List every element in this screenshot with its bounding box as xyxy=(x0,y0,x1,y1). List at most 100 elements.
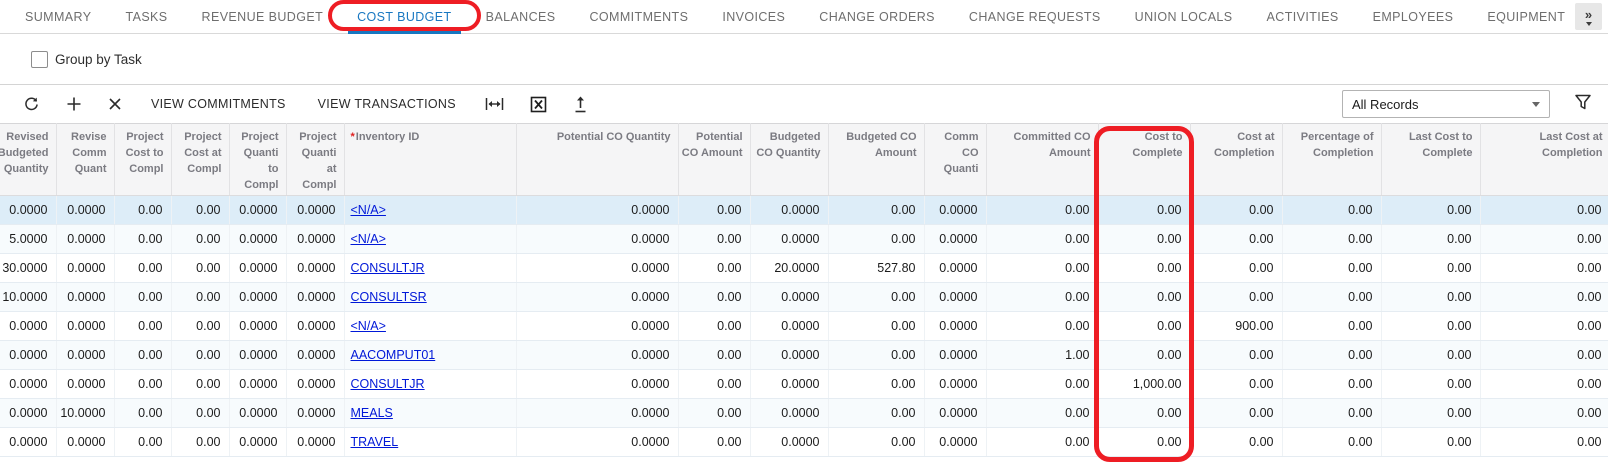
cell-project-quanti-to-compl: 0.0000 xyxy=(229,283,286,312)
tab-invoices[interactable]: INVOICES xyxy=(705,0,802,33)
table-row[interactable]: 0.00000.00000.000.000.00000.0000<N/A>0.0… xyxy=(0,312,1608,341)
cell-percentage-of-completion: 0.00 xyxy=(1282,283,1381,312)
cell-committed-co-amount: 0.00 xyxy=(986,225,1098,254)
col-cost-to-complete[interactable]: Cost to Complete xyxy=(1098,124,1190,196)
inventory-id-link[interactable]: <N/A> xyxy=(351,203,386,217)
cell-inventory-id: MEALS xyxy=(344,399,516,428)
tab-summary[interactable]: SUMMARY xyxy=(8,0,108,33)
cell-project-quanti-at-compl: 0.0000 xyxy=(286,196,344,225)
export-excel-button[interactable] xyxy=(517,85,560,123)
delete-row-button[interactable] xyxy=(95,85,135,123)
col-last-cost-at-completion[interactable]: Last Cost at Completion xyxy=(1480,124,1608,196)
inventory-id-link[interactable]: <N/A> xyxy=(351,232,386,246)
cell-revised-budgeted-quantity: 30.0000 xyxy=(0,254,56,283)
cell-cost-to-complete: 0.00 xyxy=(1098,225,1190,254)
inventory-id-link[interactable]: MEALS xyxy=(351,406,393,420)
tab-change-requests[interactable]: CHANGE REQUESTS xyxy=(952,0,1118,33)
tab-equipment[interactable]: EQUIPMENT xyxy=(1470,0,1582,33)
group-by-task-checkbox[interactable] xyxy=(31,51,48,68)
table-row[interactable]: 0.00000.00000.000.000.00000.0000<N/A>0.0… xyxy=(0,196,1608,225)
table-row[interactable]: 5.00000.00000.000.000.00000.0000<N/A>0.0… xyxy=(0,225,1608,254)
cell-project-quanti-at-compl: 0.0000 xyxy=(286,399,344,428)
tab-change-orders[interactable]: CHANGE ORDERS xyxy=(802,0,952,33)
cell-cost-at-completion: 0.00 xyxy=(1190,196,1282,225)
table-row[interactable]: 10.00000.00000.000.000.00000.0000CONSULT… xyxy=(0,283,1608,312)
cell-budgeted-co-amount: 0.00 xyxy=(828,283,924,312)
tab-activities[interactable]: ACTIVITIES xyxy=(1250,0,1356,33)
tab-revenue-budget[interactable]: REVENUE BUDGET xyxy=(185,0,341,33)
col-comm-co-quanti[interactable]: Comm CO Quanti xyxy=(924,124,986,196)
view-commitments-button[interactable]: VIEW COMMITMENTS xyxy=(135,85,302,123)
cell-budgeted-co-quantity: 20.0000 xyxy=(750,254,828,283)
col-budgeted-co-quantity[interactable]: Budgeted CO Quantity xyxy=(750,124,828,196)
tab-commitments[interactable]: COMMITMENTS xyxy=(573,0,706,33)
col-project-cost-at-compl[interactable]: Project Cost at Compl xyxy=(171,124,229,196)
add-row-button[interactable] xyxy=(53,85,95,123)
cell-budgeted-co-quantity: 0.0000 xyxy=(750,312,828,341)
col-project-quanti-to-compl[interactable]: Project Quanti to Compl xyxy=(229,124,286,196)
table-row[interactable]: 30.00000.00000.000.000.00000.0000CONSULT… xyxy=(0,254,1608,283)
tab-overflow-button[interactable]: » xyxy=(1575,3,1602,30)
inventory-id-link[interactable]: <N/A> xyxy=(351,319,386,333)
cell-project-quanti-at-compl: 0.0000 xyxy=(286,428,344,457)
cell-percentage-of-completion: 0.00 xyxy=(1282,370,1381,399)
cell-project-cost-to-compl: 0.00 xyxy=(114,312,171,341)
cell-project-cost-at-compl: 0.00 xyxy=(171,312,229,341)
cell-revise-comm-quant: 0.0000 xyxy=(56,370,114,399)
inventory-id-link[interactable]: AACOMPUT01 xyxy=(351,348,436,362)
cell-cost-at-completion: 0.00 xyxy=(1190,428,1282,457)
col-committed-co-amount[interactable]: Committed CO Amount xyxy=(986,124,1098,196)
cell-committed-co-amount: 0.00 xyxy=(986,370,1098,399)
col-potential-co-quantity[interactable]: Potential CO Quantity xyxy=(516,124,678,196)
refresh-button[interactable] xyxy=(10,85,53,123)
inventory-id-link[interactable]: TRAVEL xyxy=(351,435,399,449)
cell-budgeted-co-quantity: 0.0000 xyxy=(750,428,828,457)
cell-potential-co-amount: 0.00 xyxy=(678,254,750,283)
tab-balances[interactable]: BALANCES xyxy=(469,0,573,33)
fit-width-button[interactable] xyxy=(472,85,517,123)
col-last-cost-to-complete[interactable]: Last Cost to Complete xyxy=(1381,124,1480,196)
records-filter-select[interactable]: All Records xyxy=(1342,90,1550,118)
col-project-quanti-at-compl[interactable]: Project Quanti at Compl xyxy=(286,124,344,196)
view-transactions-button[interactable]: VIEW TRANSACTIONS xyxy=(302,85,472,123)
cell-potential-co-quantity: 0.0000 xyxy=(516,341,678,370)
inventory-id-link[interactable]: CONSULTJR xyxy=(351,377,425,391)
table-row[interactable]: 0.00000.00000.000.000.00000.0000CONSULTJ… xyxy=(0,370,1608,399)
col-budgeted-co-amount[interactable]: Budgeted CO Amount xyxy=(828,124,924,196)
col-inventory-id[interactable]: *Inventory ID xyxy=(344,124,516,196)
cell-percentage-of-completion: 0.00 xyxy=(1282,254,1381,283)
cell-project-quanti-at-compl: 0.0000 xyxy=(286,370,344,399)
tab-label: ACTIVITIES xyxy=(1267,10,1339,24)
inventory-id-link[interactable]: CONSULTJR xyxy=(351,261,425,275)
table-row[interactable]: 0.00000.00000.000.000.00000.0000TRAVEL0.… xyxy=(0,428,1608,457)
cell-potential-co-amount: 0.00 xyxy=(678,399,750,428)
upload-button[interactable] xyxy=(560,85,601,123)
budget-table: Revised Budgeted QuantityRevise Comm Qua… xyxy=(0,123,1608,457)
tab-tasks[interactable]: TASKS xyxy=(108,0,184,33)
cell-potential-co-quantity: 0.0000 xyxy=(516,312,678,341)
table-row[interactable]: 0.00000.00000.000.000.00000.0000AACOMPUT… xyxy=(0,341,1608,370)
col-revise-comm-quant[interactable]: Revise Comm Quant xyxy=(56,124,114,196)
tab-union-locals[interactable]: UNION LOCALS xyxy=(1118,0,1250,33)
cell-cost-to-complete: 0.00 xyxy=(1098,428,1190,457)
inventory-id-link[interactable]: CONSULTSR xyxy=(351,290,427,304)
cell-committed-co-amount: 0.00 xyxy=(986,399,1098,428)
tab-employees[interactable]: EMPLOYEES xyxy=(1356,0,1471,33)
cell-potential-co-quantity: 0.0000 xyxy=(516,428,678,457)
cell-budgeted-co-amount: 0.00 xyxy=(828,341,924,370)
col-cost-at-completion[interactable]: Cost at Completion xyxy=(1190,124,1282,196)
table-row[interactable]: 0.000010.00000.000.000.00000.0000MEALS0.… xyxy=(0,399,1608,428)
filter-settings-button[interactable] xyxy=(1574,93,1592,116)
cell-revised-budgeted-quantity: 0.0000 xyxy=(0,312,56,341)
cell-project-quanti-to-compl: 0.0000 xyxy=(229,341,286,370)
cell-last-cost-at-completion: 0.00 xyxy=(1480,399,1608,428)
cell-revise-comm-quant: 10.0000 xyxy=(56,399,114,428)
col-revised-budgeted-quantity[interactable]: Revised Budgeted Quantity xyxy=(0,124,56,196)
col-percentage-of-completion[interactable]: Percentage of Completion xyxy=(1282,124,1381,196)
cell-revise-comm-quant: 0.0000 xyxy=(56,283,114,312)
tab-cost-budget[interactable]: COST BUDGET xyxy=(340,0,468,33)
col-project-cost-to-compl[interactable]: Project Cost to Compl xyxy=(114,124,171,196)
cell-revised-budgeted-quantity: 0.0000 xyxy=(0,370,56,399)
col-potential-co-amount[interactable]: Potential CO Amount xyxy=(678,124,750,196)
cell-project-cost-to-compl: 0.00 xyxy=(114,225,171,254)
